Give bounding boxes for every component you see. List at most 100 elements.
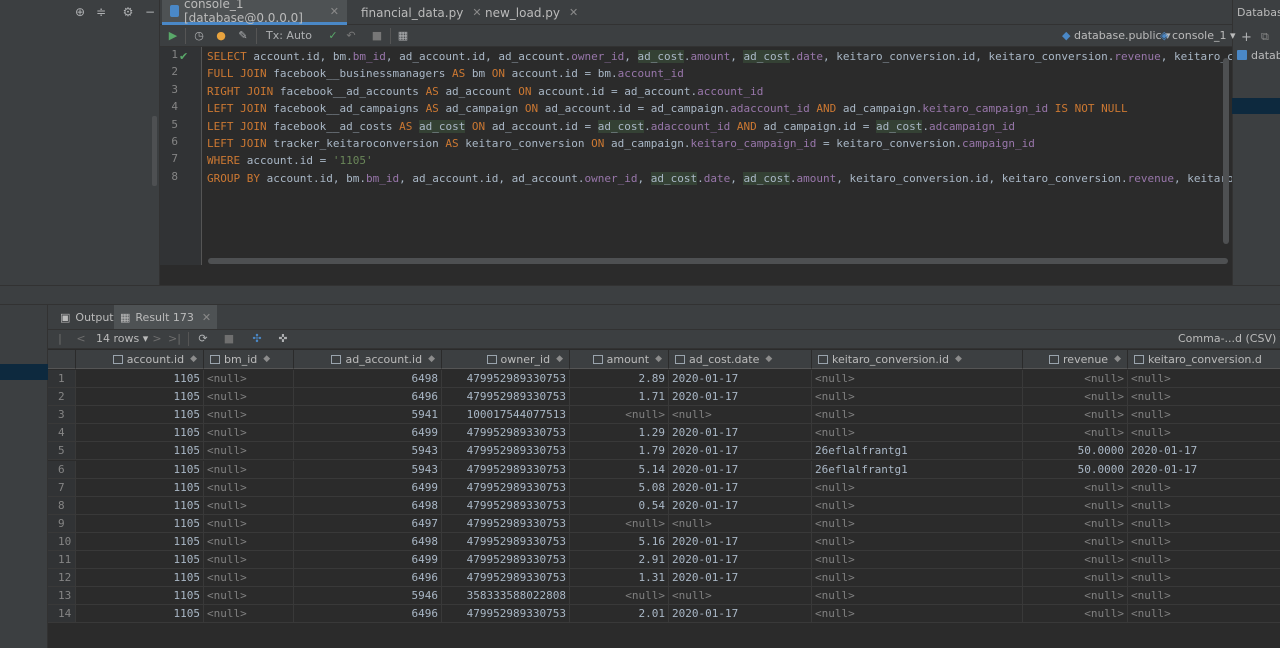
database-tree-item[interactable]: datab [1251,49,1280,62]
table-cell[interactable]: <null> [1023,478,1128,497]
column-header[interactable]: bm_id ◆ [204,350,294,369]
sort-icon[interactable]: ◆ [765,354,772,364]
table-cell[interactable]: 1.71 [570,388,669,407]
table-cell[interactable]: 479952989330753 [442,496,570,515]
table-row[interactable]: 5 1105 <null> 5943 479952989330753 1.79 2020-0… [48,442,1280,461]
run-icon[interactable]: ▶ [166,28,180,44]
table-cell[interactable]: 1105 [76,496,204,515]
sql-editor[interactable]: SELECT account.id, bm.bm_id, ad_account.… [202,47,1232,265]
table-cell[interactable]: <null> [812,569,1023,588]
table-cell[interactable]: 50.0000 [1023,460,1128,479]
table-cell[interactable]: 479952989330753 [442,424,570,443]
table-cell[interactable]: 5.14 [570,460,669,479]
column-header[interactable]: keitaro_conversion.id ◆ [812,350,1023,369]
table-cell[interactable]: <null> [669,587,812,606]
table-cell[interactable]: 1105 [76,370,204,388]
table-cell[interactable]: 1105 [76,406,204,425]
table-cell[interactable]: <null> [1128,388,1280,407]
code-line[interactable]: RIGHT JOIN facebook__ad_accounts AS ad_a… [207,83,763,100]
sort-icon[interactable]: ◆ [955,354,962,364]
stop-icon[interactable]: ■ [222,331,236,347]
column-header[interactable]: amount ◆ [570,350,669,369]
table-cell[interactable]: <null> [1023,587,1128,606]
table-cell[interactable]: <null> [1128,497,1280,515]
sort-icon[interactable]: ◆ [263,354,270,364]
table-cell[interactable]: <null> [812,514,1023,533]
table-cell[interactable]: <null> [812,370,1023,388]
table-cell[interactable]: <null> [812,478,1023,497]
table-cell[interactable]: 1.31 [570,569,669,588]
table-cell[interactable]: 6498 [294,370,442,388]
table-cell[interactable]: <null> [204,587,294,606]
close-icon[interactable]: ✕ [330,5,339,18]
table-cell[interactable]: <null> [812,587,1023,606]
code-line[interactable]: WHERE account.id = '1105' [207,152,373,169]
table-cell[interactable]: 2020-01-17 [1128,461,1280,479]
settings-icon[interactable]: ✎ [236,28,250,44]
history-icon[interactable]: ◷ [192,28,206,44]
table-row[interactable]: 14 1105 <null> 6496 479952989330753 2.01 2020-… [48,605,1280,624]
table-cell[interactable]: <null> [570,406,669,425]
table-cell[interactable]: 2020-01-17 [669,478,812,497]
project-panel-scrollbar[interactable] [152,116,157,186]
table-cell[interactable]: <null> [1128,551,1280,569]
table-cell[interactable]: <null> [1023,551,1128,569]
table-cell[interactable]: <null> [812,605,1023,624]
table-cell[interactable]: 5943 [294,460,442,479]
table-row[interactable]: 1 1105 <null> 6498 479952989330753 2.89 2020-0… [48,370,1280,388]
sort-icon[interactable]: ◆ [1114,354,1121,364]
refresh-icon[interactable]: ⟳ [196,331,210,347]
first-page-icon[interactable]: |< [54,331,66,361]
table-cell[interactable]: <null> [812,551,1023,569]
table-cell[interactable]: 6496 [294,605,442,624]
table-cell[interactable]: <null> [669,514,812,533]
table-cell[interactable]: <null> [204,442,294,461]
table-cell[interactable]: 2.01 [570,605,669,624]
table-cell[interactable]: <null> [1128,587,1280,606]
table-cell[interactable]: <null> [812,388,1023,407]
table-cell[interactable]: 1105 [76,569,204,588]
stop-icon[interactable]: ■ [370,28,384,44]
auto-layout-icon[interactable]: ✣ [250,331,264,347]
table-cell[interactable]: <null> [204,569,294,588]
table-cell[interactable]: 479952989330753 [442,532,570,551]
table-cell[interactable]: <null> [1128,533,1280,551]
code-line[interactable]: FULL JOIN facebook__businessmanagers AS … [207,65,684,82]
table-cell[interactable]: <null> [1023,388,1128,407]
export-format-dropdown[interactable]: Comma-...d (CSV) ▾ [1178,331,1280,347]
table-cell[interactable]: <null> [204,370,294,388]
table-cell[interactable]: 6498 [294,532,442,551]
column-header[interactable]: revenue ◆ [1023,350,1128,369]
table-cell[interactable]: <null> [204,406,294,425]
column-header[interactable]: ad_cost.date ◆ [669,350,812,369]
table-cell[interactable]: 1.29 [570,424,669,443]
table-cell[interactable]: 1105 [76,514,204,533]
table-row[interactable]: 6 1105 <null> 5943 479952989330753 5.14 2020-0… [48,460,1280,479]
table-cell[interactable]: 479952989330753 [442,478,570,497]
transaction-mode-dropdown[interactable]: Tx: Auto ▾ [266,28,316,58]
table-cell[interactable]: 6499 [294,478,442,497]
table-cell[interactable]: <null> [204,424,294,443]
table-cell[interactable]: 2020-01-17 [669,460,812,479]
table-cell[interactable]: <null> [1023,605,1128,624]
table-cell[interactable]: <null> [1128,515,1280,533]
table-view-icon[interactable]: ▦ [396,28,410,44]
table-cell[interactable]: 1105 [76,442,204,461]
close-icon[interactable]: ✕ [202,311,211,324]
table-cell[interactable]: 2020-01-17 [669,442,812,461]
table-row[interactable]: 7 1105 <null> 6499 479952989330753 5.08 2020-0… [48,478,1280,497]
table-cell[interactable]: 479952989330753 [442,514,570,533]
column-header[interactable]: ad_account.id ◆ [294,350,442,369]
table-cell[interactable]: 100017544077513 [442,406,570,425]
table-cell[interactable]: 2020-01-17 [669,496,812,515]
table-cell[interactable]: <null> [812,532,1023,551]
tab-output[interactable]: ▣ Output [54,305,120,329]
table-cell[interactable]: <null> [204,551,294,569]
table-cell[interactable]: 6497 [294,514,442,533]
table-cell[interactable]: <null> [669,406,812,425]
column-header[interactable]: account.id ◆ [76,350,204,369]
services-selected-item[interactable] [0,364,48,380]
table-cell[interactable]: 2020-01-17 [669,532,812,551]
table-row[interactable]: 11 1105 <null> 6499 479952989330753 2.91 2020-… [48,551,1280,569]
table-row[interactable]: 4 1105 <null> 6499 479952989330753 1.29 2020-0… [48,424,1280,443]
